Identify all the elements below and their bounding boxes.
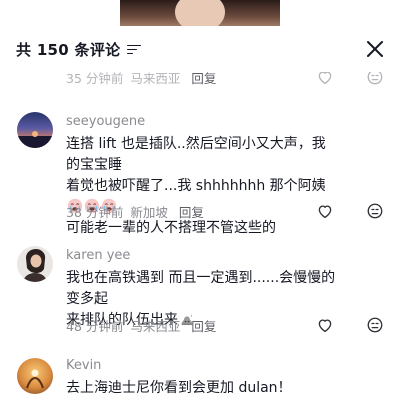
- comment-item: Kevin 去上海迪士尼你看到会更加 dulan！: [0, 356, 400, 400]
- comment-time: 48 分钟前: [66, 319, 124, 334]
- comment-item: karen yee 我也在高铁遇到 而且一定遇到......会慢慢的变多起 来排…: [0, 242, 400, 342]
- comment-username[interactable]: Kevin: [66, 358, 101, 373]
- comment-sheet-header: 共 150 条评论: [0, 26, 400, 72]
- comment-location: 马来西亚: [130, 319, 181, 334]
- comment-meta: 38 分钟前 新加坡 回复: [66, 202, 204, 221]
- avatar[interactable]: [17, 112, 53, 148]
- heart-outline-icon[interactable]: [316, 316, 334, 334]
- comment-location: 新加坡: [130, 205, 168, 220]
- comment-item: seeyougene 连搭 lift 也是插队..然后空间小又大声，我的宝宝睡 …: [0, 106, 400, 236]
- comment-meta: 48 分钟前 马来西亚 回复: [66, 316, 216, 335]
- comment-text: 去上海迪士尼你看到会更加 dulan！: [66, 380, 292, 396]
- dislike-face-icon[interactable]: [366, 316, 384, 334]
- reply-button[interactable]: 回复: [191, 316, 216, 335]
- close-icon[interactable]: [364, 38, 386, 60]
- comment-text: 连搭 lift 也是插队..然后空间小又大声，我的宝宝睡 着觉也被吓醒了...我…: [66, 136, 326, 236]
- comment-username[interactable]: seeyougene: [66, 114, 145, 129]
- comment-time: 38 分钟前: [66, 205, 124, 220]
- dislike-face-icon[interactable]: [366, 202, 384, 220]
- avatar[interactable]: [17, 246, 53, 282]
- avatar[interactable]: [17, 358, 53, 394]
- comment-sheet: 共 150 条评论 35 分钟前 马来西亚 回复 seeyougene 连搭 l…: [0, 26, 400, 400]
- comment-count-title: 共 150 条评论: [16, 39, 142, 60]
- heart-outline-icon[interactable]: [316, 202, 334, 220]
- comment-count-label: 共 150 条评论: [16, 41, 121, 59]
- comment-username[interactable]: karen yee: [66, 248, 130, 263]
- reply-button[interactable]: 回复: [179, 202, 204, 221]
- filter-icon[interactable]: [127, 44, 142, 56]
